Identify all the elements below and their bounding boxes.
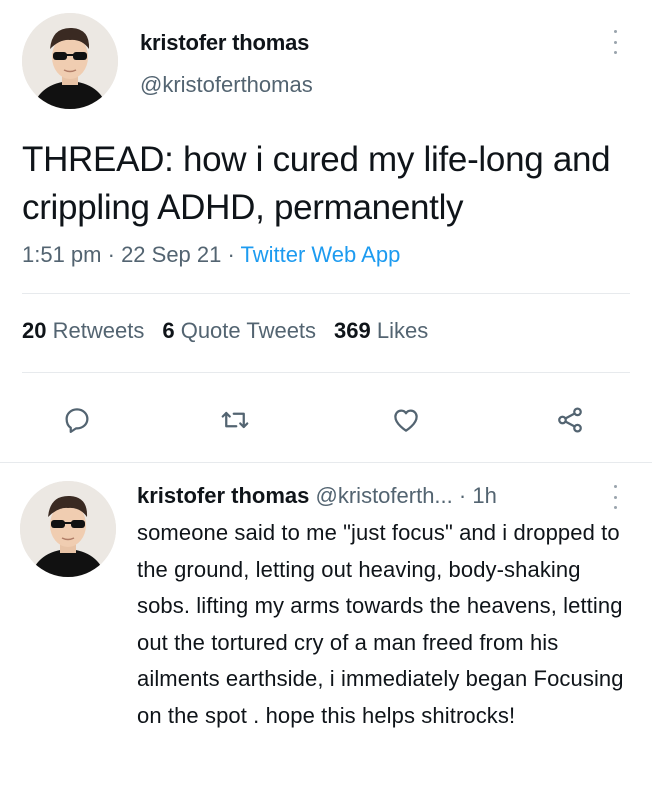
retweets-count: 20: [22, 318, 47, 343]
divider: [22, 293, 630, 294]
tweet-stats: 20 Retweets 6 Quote Tweets 369 Likes: [22, 318, 446, 344]
tweet-actions: [0, 398, 652, 442]
meta-separator: ·: [221, 242, 241, 267]
tweet-source[interactable]: Twitter Web App: [241, 242, 401, 267]
avatar-photo: [20, 481, 116, 577]
reply-separator: ·: [452, 483, 473, 508]
reply-author-name[interactable]: kristofer thomas: [137, 483, 309, 508]
retweets-stat[interactable]: 20 Retweets: [22, 318, 144, 343]
author-name[interactable]: kristofer thomas: [140, 30, 309, 56]
tweet-meta: 1:51 pm · 22 Sep 21 · Twitter Web App: [22, 242, 400, 268]
reply-author-handle[interactable]: @kristoferth...: [316, 483, 453, 508]
tweet-text: THREAD: how i cured my life-long and cri…: [22, 140, 611, 227]
avatar[interactable]: [20, 481, 116, 577]
like-icon: [394, 409, 418, 432]
divider: [22, 372, 630, 373]
main-tweet: kristofer thomas @kristoferthomas THREAD…: [0, 0, 652, 462]
reply-time[interactable]: 1h: [472, 483, 496, 508]
more-options-icon[interactable]: [600, 485, 630, 509]
meta-separator: ·: [101, 242, 122, 267]
likes-label: Likes: [376, 318, 429, 343]
tweet-time[interactable]: 1:51 pm: [22, 242, 102, 267]
tweet-date[interactable]: 22 Sep 21: [121, 242, 221, 267]
retweet-button[interactable]: [213, 398, 257, 442]
more-options-icon[interactable]: [600, 30, 630, 54]
avatar-photo: [22, 13, 118, 109]
share-button[interactable]: [548, 398, 592, 442]
reply-tweet[interactable]: kristofer thomas @kristoferth... · 1h so…: [0, 463, 652, 807]
quote-tweets-stat[interactable]: 6 Quote Tweets: [162, 318, 316, 343]
avatar[interactable]: [22, 13, 118, 109]
retweets-label: Retweets: [52, 318, 145, 343]
likes-count: 369: [334, 318, 371, 343]
quotes-count: 6: [162, 318, 175, 343]
reply-button[interactable]: [55, 398, 99, 442]
reply-text: someone said to me "just focus" and i dr…: [137, 520, 624, 728]
author-handle[interactable]: @kristoferthomas: [140, 72, 313, 98]
share-icon: [558, 407, 582, 433]
retweet-icon: [221, 411, 249, 429]
quotes-label: Quote Tweets: [180, 318, 317, 343]
reply-header: kristofer thomas @kristoferth... · 1h: [137, 483, 497, 509]
like-button[interactable]: [384, 398, 428, 442]
likes-stat[interactable]: 369 Likes: [334, 318, 428, 343]
reply-icon: [65, 408, 89, 433]
